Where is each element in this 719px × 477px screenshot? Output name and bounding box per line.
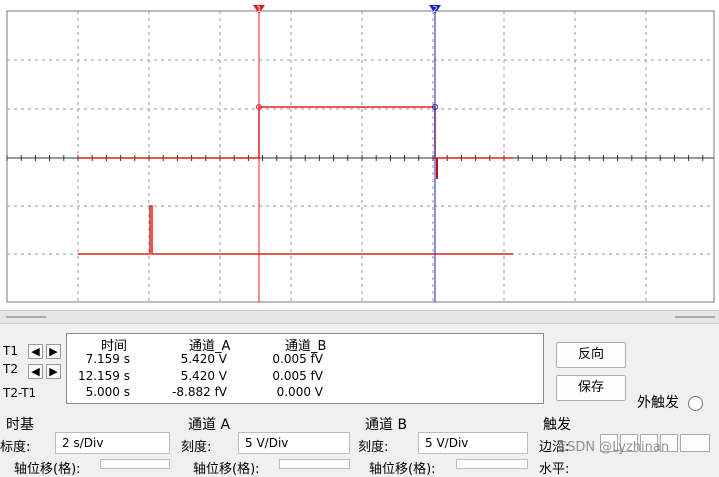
t2-label: T2 <box>3 362 18 376</box>
channel-b-offset-field[interactable] <box>456 459 528 469</box>
trigger-level-label: 水平: <box>539 462 570 477</box>
external-trigger-radio[interactable] <box>688 396 703 411</box>
t2-time: 12.159 s <box>77 369 130 383</box>
channel-a-offset-field[interactable] <box>279 459 350 469</box>
t2-channel-b: 0.005 fV <box>272 369 323 383</box>
t1-left-arrow-icon[interactable]: ◀ <box>28 344 43 359</box>
screen-border <box>6 10 715 303</box>
t1-channel-a: 5.420 V <box>180 352 227 366</box>
splitter-left[interactable] <box>6 316 46 318</box>
timebase-offset-label: 轴位移(格): <box>14 462 81 477</box>
timebase-scale-field[interactable]: 2 s/Div <box>55 432 170 454</box>
t2-t1-time: 5.000 s <box>85 385 130 399</box>
cursor-t1-label: 1 <box>256 5 261 14</box>
channel-b-title: 通道 B <box>365 417 408 433</box>
t1-channel-b: 0.005 fV <box>272 352 323 366</box>
measurement-table: 时间 通道_A 通道_B 7.159 s 5.420 V 0.005 fV 12… <box>66 333 544 404</box>
oscilloscope-display: 1 2 <box>0 0 719 310</box>
channel-b-offset-label: 轴位移(格): <box>369 462 436 477</box>
t1-label: T1 <box>3 344 18 358</box>
external-trigger-label: 外触发 <box>637 395 679 411</box>
trigger-title: 触发 <box>543 417 571 433</box>
t2-channel-a: 5.420 V <box>180 369 227 383</box>
channel-a-title: 通道 A <box>188 417 231 433</box>
t2-right-arrow-icon[interactable]: ▶ <box>46 364 61 379</box>
timebase-offset-field[interactable] <box>100 459 170 469</box>
channel-a-scale-field[interactable]: 5 V/Div <box>238 432 350 454</box>
t2-t1-label: T2-T1 <box>3 386 37 400</box>
reverse-button[interactable]: 反向 <box>556 342 626 368</box>
channel-b-scale-label: 刻度: <box>358 440 389 455</box>
save-button[interactable]: 保存 <box>556 375 626 401</box>
t1-right-arrow-icon[interactable]: ▶ <box>46 344 61 359</box>
t1-time: 7.159 s <box>85 352 130 366</box>
channel-a-scale-label: 刻度: <box>181 440 212 455</box>
scope-screen: 1 2 <box>6 5 715 303</box>
cursor-t2-label: 2 <box>432 5 437 14</box>
scrollbar[interactable] <box>0 310 719 324</box>
watermark: CSDN @Lyzhinan <box>558 440 670 455</box>
t2-t1-channel-a: -8.882 fV <box>172 385 227 399</box>
splitter-right[interactable] <box>675 316 715 318</box>
timebase-scale-label: 标度: <box>0 440 31 455</box>
timebase-title: 时基 <box>6 417 34 433</box>
channel-a-offset-label: 轴位移(格): <box>193 462 260 477</box>
trigger-source-ext-button[interactable] <box>680 434 710 452</box>
channel-b-scale-field[interactable]: 5 V/Div <box>418 432 528 454</box>
t2-left-arrow-icon[interactable]: ◀ <box>28 364 43 379</box>
t2-t1-channel-b: 0.000 V <box>276 385 323 399</box>
